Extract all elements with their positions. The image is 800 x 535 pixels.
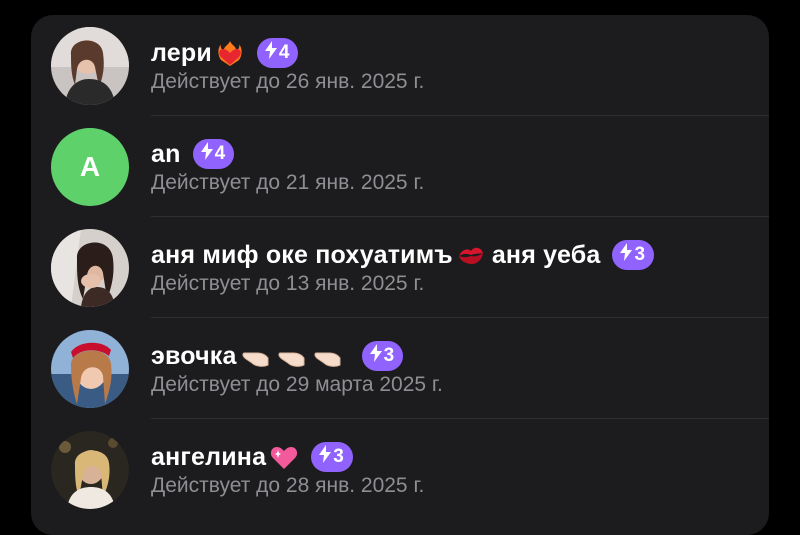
heart-on-fire-icon	[215, 38, 245, 68]
boost-level-badge: 3	[612, 240, 655, 270]
list-item[interactable]: ангелина 3 Действует до 28 янв. 2025 г.	[31, 419, 769, 520]
boost-level: 3	[333, 446, 344, 467]
contact-name: ангелина	[151, 442, 267, 471]
avatar	[51, 229, 129, 307]
expiry-text: Действует до 26 янв. 2025 г.	[151, 70, 425, 93]
boost-level-badge: 3	[311, 442, 353, 472]
boosts-list: лери 4 Действует до 26 янв. 2025 г. A an	[31, 15, 769, 535]
avatar	[51, 431, 129, 509]
avatar	[51, 27, 129, 105]
pointing-hands-icon	[240, 341, 350, 371]
lightning-icon	[369, 344, 382, 368]
contact-name-tail: аня уеба	[491, 240, 601, 269]
list-item[interactable]: аня миф оке похуатимъ аня уеба 3 Действу…	[31, 217, 769, 318]
avatar	[51, 330, 129, 408]
contact-name: аня миф оке похуатимъ	[151, 240, 453, 269]
row-title: ангелина 3	[151, 441, 353, 473]
boost-level-badge: 3	[361, 341, 404, 371]
row-title: аня миф оке похуатимъ аня уеба 3	[151, 239, 655, 271]
kiss-mark-icon	[456, 240, 486, 270]
list-item[interactable]: эвочка 3 Действует до 29 марта 2025 г.	[31, 318, 769, 419]
expiry-text: Действует до 29 марта 2025 г.	[151, 373, 443, 396]
pink-heart-icon	[269, 442, 299, 472]
row-title: лери 4	[151, 37, 299, 69]
lightning-icon	[620, 243, 633, 267]
boost-level: 4	[214, 143, 226, 164]
list-item[interactable]: A an 4 Действует до 21 янв. 2025 г.	[31, 116, 769, 217]
contact-name: лери	[151, 38, 212, 67]
expiry-text: Действует до 21 янв. 2025 г.	[151, 171, 425, 194]
boost-level: 4	[278, 42, 290, 63]
lightning-icon	[200, 142, 213, 166]
boost-level-badge: 4	[192, 139, 235, 169]
contact-name: an	[151, 139, 181, 168]
boost-level: 3	[634, 244, 646, 265]
contact-name: эвочка	[151, 341, 237, 370]
expiry-text: Действует до 13 янв. 2025 г.	[151, 272, 425, 295]
list-item[interactable]: лери 4 Действует до 26 янв. 2025 г.	[31, 15, 769, 116]
lightning-icon	[264, 41, 277, 65]
lightning-icon	[319, 445, 332, 469]
expiry-text: Действует до 28 янв. 2025 г.	[151, 474, 425, 497]
avatar: A	[51, 128, 129, 206]
boost-level-badge: 4	[256, 38, 299, 68]
row-title: an 4	[151, 138, 235, 170]
row-title: эвочка 3	[151, 340, 404, 372]
boost-level: 3	[383, 345, 395, 366]
